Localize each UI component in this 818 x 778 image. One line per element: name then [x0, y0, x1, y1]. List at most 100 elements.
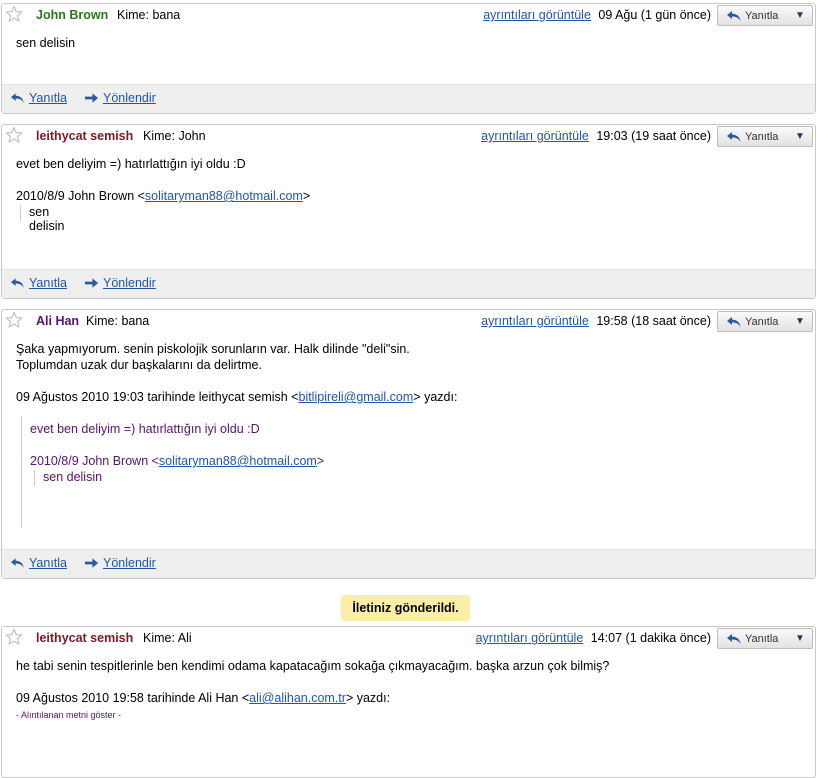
message-header[interactable]: John Brown Kime: bana ayrıntıları görünt… [2, 4, 815, 28]
reply-button[interactable]: Yanıtla [717, 628, 789, 649]
quote-header-pre: 09 Ağustos 2010 19:03 tarihinde leithyca… [16, 390, 299, 404]
message-menu-button[interactable]: ▼ [788, 126, 813, 147]
quote-email-link[interactable]: bitlipireli@gmail.com [298, 390, 413, 404]
reply-arrow-icon [10, 93, 24, 103]
recipient-label: Kime: Ali [143, 631, 192, 645]
reply-arrow-icon [727, 11, 741, 21]
message-header[interactable]: Ali Han Kime: bana ayrıntıları görüntüle… [2, 310, 815, 334]
footer-reply-link[interactable]: Yanıtla [29, 276, 67, 290]
recipient-name: Ali [177, 631, 192, 645]
star-icon[interactable] [5, 126, 23, 144]
quoted-text: evet ben deliyim =) hatırlattığın iyi ol… [30, 422, 260, 436]
to-prefix: Kime: [143, 631, 175, 645]
sent-notice: İletiniz gönderildi. [341, 595, 470, 621]
message-menu-button[interactable]: ▼ [788, 628, 813, 649]
to-prefix: Kime: [117, 8, 149, 22]
reply-arrow-icon [727, 317, 741, 327]
quote-email-link[interactable]: solitaryman88@hotmail.com [145, 189, 303, 203]
message-menu-button[interactable]: ▼ [788, 311, 813, 332]
message-menu-button[interactable]: ▼ [788, 5, 813, 26]
quoted-text-block: sen delisin [20, 205, 64, 233]
message-text: he tabi senin tespitlerinle ben kendimi … [16, 659, 610, 673]
footer-forward-link[interactable]: Yönlendir [103, 91, 156, 105]
recipient-name: John [178, 129, 206, 143]
footer-forward-link[interactable]: Yönlendir [103, 556, 156, 570]
footer-forward-button[interactable]: Yönlendir [84, 91, 156, 105]
reply-button[interactable]: Yanıtla [717, 126, 789, 147]
sender-name: Ali Han [36, 314, 80, 328]
footer-reply-button[interactable]: Yanıtla [10, 276, 67, 290]
recipient-label: Kime: bana [117, 8, 180, 22]
footer-forward-link[interactable]: Yönlendir [103, 276, 156, 290]
nested-quote-email-link[interactable]: solitaryman88@hotmail.com [159, 454, 317, 468]
recipient-name: bana [121, 314, 150, 328]
footer-forward-button[interactable]: Yönlendir [84, 276, 156, 290]
reply-button-label: Yanıtla [745, 10, 779, 22]
message-footer: Yanıtla Yönlendir [2, 84, 815, 113]
recipient-label: Kime: bana [86, 314, 149, 328]
chevron-down-icon: ▼ [795, 633, 805, 644]
recipient-label: Kime: John [143, 129, 206, 143]
forward-arrow-icon [84, 278, 99, 288]
quote-header: 09 Ağustos 2010 19:58 tarihinde Ali Han … [16, 691, 390, 705]
quote-email-link[interactable]: ali@alihan.com.tr [249, 691, 346, 705]
show-quoted-text-link[interactable]: - Alıntılanan metni göster - [16, 710, 121, 720]
quote-header-post: > [302, 189, 311, 203]
reply-button-label: Yanıtla [745, 316, 779, 328]
nested-quote-header-post: > [316, 454, 325, 468]
message-footer: Yanıtla Yönlendir [2, 549, 815, 578]
details-link[interactable]: ayrıntıları görüntüle [481, 314, 589, 328]
message-time: 14:07 (1 dakika önce) [590, 631, 711, 645]
reply-arrow-icon [727, 634, 741, 644]
star-icon[interactable] [5, 628, 23, 646]
reply-button-label: Yanıtla [745, 131, 779, 143]
details-link[interactable]: ayrıntıları görüntüle [483, 8, 591, 22]
reply-button[interactable]: Yanıtla [717, 5, 789, 26]
message-text: evet ben deliyim =) hatırlattığın iyi ol… [16, 157, 246, 171]
message-meta: ayrıntıları görüntüle 19:58 (18 saat önc… [481, 314, 711, 328]
message-time: 09 Ağu (1 gün önce) [598, 8, 711, 22]
sender-name: leithycat semish [36, 129, 134, 143]
message-text: sen delisin [16, 36, 76, 50]
message-text-line-2: Toplumdan uzak dur başkalarını da delirt… [16, 358, 262, 372]
message-card: Ali Han Kime: bana ayrıntıları görüntüle… [1, 309, 816, 579]
quote-header: 2010/8/9 John Brown <solitaryman88@hotma… [16, 189, 310, 203]
message-text-line-1: Şaka yapmıyorum. senin piskolojik sorunl… [16, 342, 410, 356]
footer-forward-button[interactable]: Yönlendir [84, 556, 156, 570]
reply-arrow-icon [10, 558, 24, 568]
footer-reply-link[interactable]: Yanıtla [29, 91, 67, 105]
message-footer: Yanıtla Yönlendir [2, 269, 815, 298]
star-icon[interactable] [5, 5, 23, 23]
footer-reply-button[interactable]: Yanıtla [10, 91, 67, 105]
recipient-name: bana [152, 8, 181, 22]
nested-quote-header: 2010/8/9 John Brown <solitaryman88@hotma… [30, 454, 324, 468]
quote-header: 09 Ağustos 2010 19:03 tarihinde leithyca… [16, 390, 457, 404]
chevron-down-icon: ▼ [795, 316, 805, 327]
message-time: 19:03 (19 saat önce) [596, 129, 711, 143]
details-link[interactable]: ayrıntıları görüntüle [481, 129, 589, 143]
message-header[interactable]: leithycat semish Kime: John ayrıntıları … [2, 125, 815, 149]
message-header[interactable]: leithycat semish Kime: Ali ayrıntıları g… [2, 627, 815, 651]
message-meta: ayrıntıları görüntüle 19:03 (19 saat önc… [481, 129, 711, 143]
forward-arrow-icon [84, 558, 99, 568]
message-time: 19:58 (18 saat önce) [596, 314, 711, 328]
details-link[interactable]: ayrıntıları görüntüle [476, 631, 584, 645]
nested-quoted-text: sen delisin [43, 470, 103, 484]
sender-name: John Brown [36, 8, 109, 22]
reply-button[interactable]: Yanıtla [717, 311, 789, 332]
nested-quote-header-pre: 2010/8/9 John Brown < [30, 454, 159, 468]
quote-header-post: > yazdı: [345, 691, 391, 705]
footer-reply-link[interactable]: Yanıtla [29, 556, 67, 570]
star-icon[interactable] [5, 311, 23, 329]
message-card: leithycat semish Kime: Ali ayrıntıları g… [1, 626, 816, 778]
message-meta: ayrıntıları görüntüle 09 Ağu (1 gün önce… [483, 8, 711, 22]
quoted-text-block: evet ben deliyim =) hatırlattığın iyi ol… [21, 416, 490, 528]
footer-reply-button[interactable]: Yanıtla [10, 556, 67, 570]
quote-header-pre: 2010/8/9 John Brown < [16, 189, 145, 203]
forward-arrow-icon [84, 93, 99, 103]
message-meta: ayrıntıları görüntüle 14:07 (1 dakika ön… [476, 631, 711, 645]
reply-button-label: Yanıtla [745, 633, 779, 645]
sender-name: leithycat semish [36, 631, 134, 645]
reply-arrow-icon [727, 132, 741, 142]
to-prefix: Kime: [143, 129, 175, 143]
